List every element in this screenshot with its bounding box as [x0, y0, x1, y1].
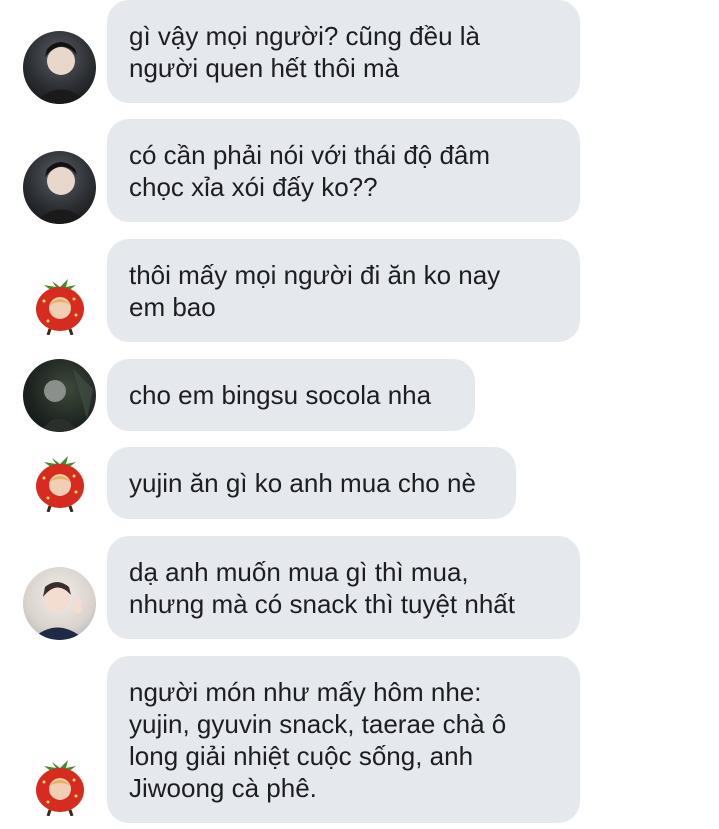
message-bubble[interactable]: người món như mấy hôm nhe: yujin, gyuvin…: [107, 656, 580, 823]
sender-avatar[interactable]: [23, 31, 96, 104]
message-bubble[interactable]: cho em bingsu socola nha: [107, 359, 475, 431]
message-row: yujin ăn gì ko anh mua cho nè: [0, 447, 719, 519]
sender-avatar[interactable]: [23, 359, 96, 432]
sender-avatar[interactable]: [30, 275, 90, 336]
person-avatar-icon: [41, 369, 93, 432]
message-bubble[interactable]: có cần phải nói với thái độ đâm chọc xỉa…: [107, 119, 580, 222]
message-bubble[interactable]: thôi mấy mọi người đi ăn ko nay em bao: [107, 239, 580, 342]
strawberry-icon: [36, 760, 84, 817]
strawberry-icon: [36, 456, 84, 513]
message-row: có cần phải nói với thái độ đâm chọc xỉa…: [0, 119, 719, 224]
strawberry-icon: [36, 279, 84, 336]
message-row: thôi mấy mọi người đi ăn ko nay em bao: [0, 239, 719, 342]
sender-avatar[interactable]: [23, 567, 96, 640]
person-avatar-icon: [33, 162, 89, 224]
message-row: dạ anh muốn mua gì thì mua, nhưng mà có …: [0, 536, 719, 640]
message-row: gì vậy mọi người? cũng đều là người quen…: [0, 0, 719, 104]
sender-avatar[interactable]: [23, 151, 96, 224]
sender-avatar[interactable]: [30, 452, 90, 513]
person-avatar-icon: [31, 582, 85, 640]
message-bubble[interactable]: gì vậy mọi người? cũng đều là người quen…: [107, 0, 580, 103]
message-bubble[interactable]: dạ anh muốn mua gì thì mua, nhưng mà có …: [107, 536, 580, 639]
message-row: cho em bingsu socola nha: [0, 359, 719, 432]
person-avatar-icon: [33, 42, 89, 104]
message-row: người món như mấy hôm nhe: yujin, gyuvin…: [0, 656, 719, 823]
message-bubble[interactable]: yujin ăn gì ko anh mua cho nè: [107, 447, 516, 519]
sender-avatar[interactable]: [30, 756, 90, 817]
